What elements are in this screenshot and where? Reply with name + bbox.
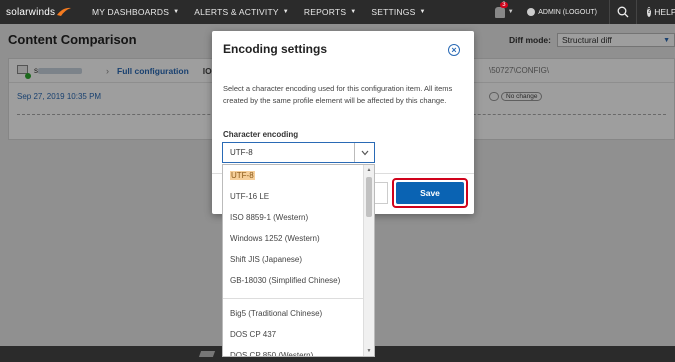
- option-dos-cp-437[interactable]: DOS CP 437: [223, 324, 364, 345]
- caret-down-icon: ▼: [419, 9, 426, 15]
- user-icon: [527, 8, 536, 16]
- dropdown-scrollbar[interactable]: ▲ ▼: [363, 165, 374, 356]
- solarwinds-logo[interactable]: solarwinds: [6, 7, 86, 18]
- scrollbar-thumb[interactable]: [366, 177, 372, 217]
- caret-down-icon: ▼: [507, 9, 514, 15]
- admin-logout-link[interactable]: ADMIN (LOGOUT): [527, 8, 597, 16]
- option-utf-8[interactable]: UTF-8: [223, 165, 364, 186]
- nav-my-dashboards[interactable]: MY DASHBOARDS ▼: [92, 7, 179, 17]
- nav-label: MY DASHBOARDS: [92, 7, 170, 17]
- option-big5[interactable]: Big5 (Traditional Chinese): [223, 303, 364, 324]
- bell-icon: [494, 6, 505, 18]
- encoding-dropdown-list[interactable]: UTF-8 UTF-16 LE ISO 8859-1 (Western) Win…: [222, 164, 375, 357]
- nav-alerts-activity[interactable]: ALERTS & ACTIVITY ▼: [194, 7, 289, 17]
- option-utf-16-le[interactable]: UTF-16 LE: [223, 186, 364, 207]
- option-dos-cp-850[interactable]: DOS CP 850 (Western): [223, 345, 364, 356]
- save-button[interactable]: Save: [396, 182, 464, 204]
- dialog-description: Select a character encoding used for thi…: [223, 84, 453, 105]
- character-encoding-select[interactable]: UTF-8: [222, 142, 375, 163]
- caret-down-icon: ▼: [173, 9, 180, 15]
- help-label: HELP: [654, 7, 675, 17]
- notification-badge: 3: [500, 2, 508, 8]
- nav-right-group: 3 ▼ ADMIN (LOGOUT) ? HELP: [489, 0, 675, 24]
- option-shift-jis[interactable]: Shift JIS (Japanese): [223, 249, 364, 270]
- top-nav: solarwinds MY DASHBOARDS ▼ ALERTS & ACTIV…: [0, 0, 675, 24]
- admin-label: ADMIN (LOGOUT): [538, 8, 597, 16]
- option-iso-8859-1[interactable]: ISO 8859-1 (Western): [223, 207, 364, 228]
- logo-swoosh-icon: [57, 7, 72, 16]
- logo-text: solarwinds: [6, 6, 56, 18]
- close-icon: ×: [451, 44, 457, 55]
- search-button[interactable]: [609, 0, 637, 24]
- caret-down-icon: ▼: [282, 9, 289, 15]
- caret-down-icon: ▼: [350, 9, 357, 15]
- help-link[interactable]: ? HELP: [647, 7, 675, 17]
- nav-settings[interactable]: SETTINGS ▼: [371, 7, 425, 17]
- scroll-down-arrow-icon[interactable]: ▼: [364, 346, 374, 356]
- footer-logo-icon: [198, 351, 216, 357]
- nav-label: SETTINGS: [371, 7, 416, 17]
- nav-reports[interactable]: REPORTS ▼: [304, 7, 356, 17]
- chevron-down-icon[interactable]: [354, 143, 374, 162]
- search-icon: [617, 6, 629, 18]
- notifications-button[interactable]: 3 ▼: [489, 0, 519, 24]
- nav-label: ALERTS & ACTIVITY: [194, 7, 279, 17]
- scroll-up-arrow-icon[interactable]: ▲: [364, 165, 374, 175]
- option-group-divider: [223, 291, 364, 299]
- character-encoding-label: Character encoding: [223, 130, 299, 139]
- dialog-title: Encoding settings: [223, 42, 328, 56]
- nav-label: REPORTS: [303, 7, 347, 17]
- save-button-highlight: Save: [392, 178, 468, 208]
- close-button[interactable]: ×: [448, 44, 460, 56]
- help-icon: ?: [647, 7, 652, 17]
- option-windows-1252[interactable]: Windows 1252 (Western): [223, 228, 364, 249]
- option-gb-18030[interactable]: GB-18030 (Simplified Chinese): [223, 270, 364, 291]
- selected-encoding: UTF-8: [230, 148, 253, 157]
